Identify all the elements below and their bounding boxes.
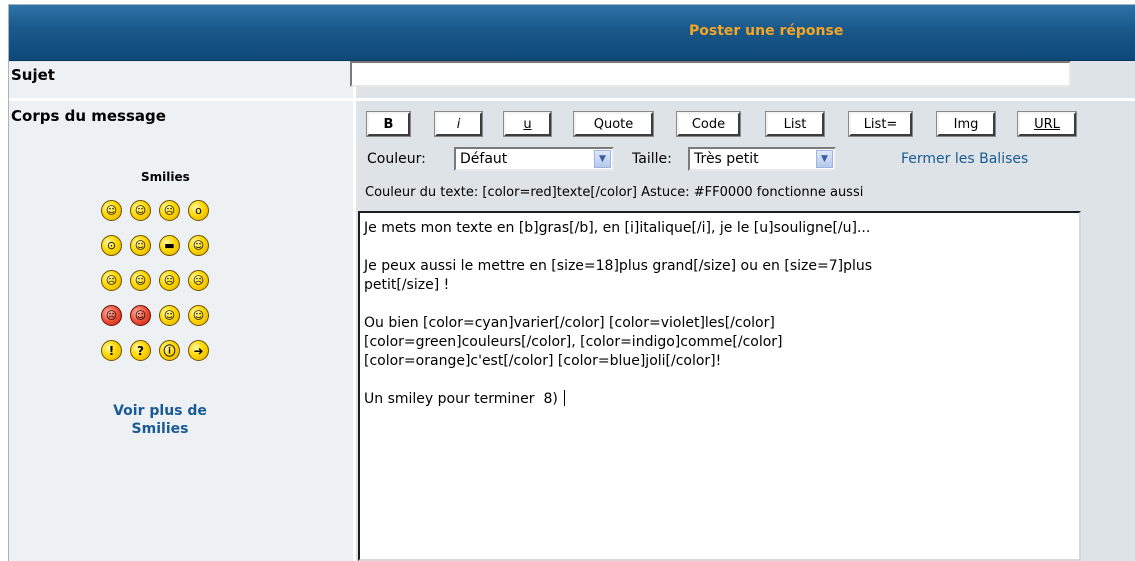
smilies-grid: ☺ ☺ ☹ o ⊙ ☺ ▬ ☺ ☹ ☺ ☹ ☹ ☹ ☺ ☺ ☺!? ⓘ ➜ [101, 200, 217, 361]
italic-button[interactable]: i [434, 111, 483, 137]
chevron-down-icon: ▼ [594, 150, 611, 168]
cool-smiley-icon[interactable]: ▬ [159, 235, 180, 256]
razz-smiley-icon[interactable]: ☺ [130, 270, 151, 291]
url-button[interactable]: URL [1017, 111, 1077, 137]
sad-smiley-icon[interactable]: ☹ [159, 200, 180, 221]
list-button[interactable]: List [765, 111, 825, 137]
exclamation-smiley-icon[interactable]: ! [101, 340, 122, 361]
smilies-title: Smilies [141, 170, 190, 184]
form-title: Poster une réponse [689, 23, 844, 39]
size-select[interactable]: Très petit ▼ [688, 147, 836, 171]
twisted-evil-smiley-icon[interactable]: ☺ [130, 305, 151, 326]
very-happy-smiley-icon[interactable]: ☺ [101, 200, 122, 221]
row-divider [9, 98, 1135, 101]
format-help-text: Couleur du texte: [color=red]texte[/colo… [365, 185, 864, 200]
quote-button[interactable]: Quote [573, 111, 654, 137]
embarrassed-smiley-icon[interactable]: ☹ [159, 270, 180, 291]
mad-smiley-icon[interactable]: ☹ [101, 270, 122, 291]
confused-smiley-icon[interactable]: ☺ [130, 235, 151, 256]
color-select-value: Défaut [460, 151, 508, 167]
underline-button[interactable]: u [503, 111, 552, 137]
idea-smiley-icon[interactable]: ⓘ [159, 340, 180, 361]
evil-smiley-icon[interactable]: ☹ [101, 305, 122, 326]
wink-smiley-icon[interactable]: ☺ [188, 305, 209, 326]
subject-input[interactable] [350, 61, 1071, 87]
close-tags-link[interactable]: Fermer les Balises [901, 151, 1028, 167]
color-label: Couleur: [367, 151, 426, 167]
message-body-label: Corps du message [11, 107, 166, 125]
crying-smiley-icon[interactable]: ☹ [188, 270, 209, 291]
subject-label: Sujet [11, 66, 55, 84]
image-button[interactable]: Img [936, 111, 996, 137]
shocked-smiley-icon[interactable]: ⊙ [101, 235, 122, 256]
arrow-smiley-icon[interactable]: ➜ [188, 340, 209, 361]
laughing-smiley-icon[interactable]: ☺ [188, 235, 209, 256]
color-select[interactable]: Défaut ▼ [454, 147, 614, 171]
text-caret [564, 390, 566, 406]
bold-button[interactable]: B [366, 111, 411, 137]
code-button[interactable]: Code [676, 111, 741, 137]
smile-smiley-icon[interactable]: ☺ [130, 200, 151, 221]
form-header: Poster une réponse [9, 5, 1135, 61]
more-smilies-link[interactable]: Voir plus de Smilies [105, 402, 215, 438]
question-smiley-icon[interactable]: ? [130, 340, 151, 361]
ordered-list-button[interactable]: List= [848, 111, 913, 137]
message-textarea[interactable]: Je mets mon texte en [b]gras[/b], en [i]… [358, 211, 1081, 561]
rolling-eyes-smiley-icon[interactable]: ☺ [159, 305, 180, 326]
size-label: Taille: [632, 151, 672, 167]
message-text: Je mets mon texte en [b]gras[/b], en [i]… [364, 220, 873, 407]
chevron-down-icon: ▼ [816, 150, 833, 168]
size-select-value: Très petit [694, 151, 759, 167]
surprised-smiley-icon[interactable]: o [188, 200, 209, 221]
